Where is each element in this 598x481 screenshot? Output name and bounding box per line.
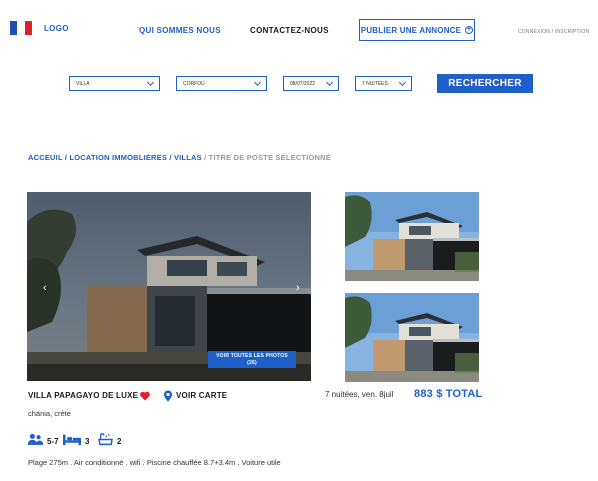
view-all-photos-label: VOIR TOUTES LES PHOTOS	[216, 353, 288, 359]
destination-select[interactable]: CORFOU	[176, 76, 267, 91]
guests-icon	[27, 433, 44, 445]
language-flag-icon[interactable]	[10, 21, 32, 35]
amenities-list: Plage 275m . Air conditionné . wifi . Pi…	[28, 458, 281, 467]
search-button[interactable]: RECHERCHER	[437, 74, 533, 93]
nav-link-who-we-are[interactable]: QUI SOMMES NOUS	[139, 26, 221, 35]
chevron-down-icon	[398, 78, 407, 86]
nights-select[interactable]: 7 NUITÉES	[355, 76, 412, 91]
baths-count: 2	[117, 437, 122, 446]
date-value: 08/07/2022	[290, 80, 316, 87]
breadcrumb: ACCEUIL / LOCATION IMMOBLIÈRES / VILLAS …	[28, 153, 331, 162]
favorite-heart-icon[interactable]	[139, 389, 151, 401]
property-type-select[interactable]: VILLA	[69, 76, 160, 91]
publish-listing-button[interactable]: PUBLIER UNE ANNONCE +	[359, 19, 475, 41]
guests-count: 5-7	[47, 437, 59, 446]
breadcrumb-separator: /	[201, 153, 209, 162]
chevron-down-icon	[146, 78, 155, 86]
beds-count: 3	[85, 437, 90, 446]
bathtub-icon	[98, 433, 113, 446]
previous-photo-arrow-icon[interactable]: ‹	[43, 282, 47, 294]
listing-location: chania, crète	[28, 409, 71, 418]
breadcrumb-home[interactable]: ACCEUIL	[28, 153, 63, 162]
breadcrumb-current: TITRE DE POSTE SÉLECTIONNÉ	[208, 153, 331, 162]
nights-value: 7 NUITÉES	[362, 80, 388, 87]
bed-icon	[63, 434, 81, 446]
view-map-link[interactable]: VOIR CARTE	[176, 391, 227, 400]
logo[interactable]: LOGO	[44, 24, 69, 33]
chevron-down-icon	[253, 78, 262, 86]
publish-listing-label: PUBLIER UNE ANNONCE	[360, 25, 462, 35]
view-all-photos-count: (26)	[247, 360, 257, 366]
nav-link-contact[interactable]: CONTACTEZ-NOUS	[250, 26, 329, 35]
breadcrumb-separator: /	[167, 153, 174, 162]
listing-title: VILLA PAPAGAYO DE LUXE	[28, 391, 139, 400]
breadcrumb-villas[interactable]: VILLAS	[174, 153, 202, 162]
beds-feature: 3	[62, 428, 89, 446]
stay-dates: 7 nuitées, ven. 8juil	[325, 390, 394, 399]
property-type-value: VILLA	[76, 80, 90, 87]
map-pin-icon[interactable]	[163, 389, 173, 402]
view-all-photos-button[interactable]: VOIR TOUTES LES PHOTOS (26)	[208, 351, 296, 368]
destination-value: CORFOU	[183, 80, 205, 87]
plus-circle-icon: +	[465, 26, 474, 34]
chevron-down-icon	[325, 78, 334, 86]
guests-feature: 5-7	[27, 428, 59, 446]
breadcrumb-rentals[interactable]: LOCATION IMMOBLIÈRES	[69, 153, 167, 162]
login-signup-link[interactable]: CONNEXION / INSCRIPTION	[518, 29, 589, 35]
total-price: 883 $ TOTAL	[414, 388, 483, 400]
baths-feature: 2	[97, 428, 121, 446]
thumbnail-photo[interactable]	[345, 293, 479, 382]
next-photo-arrow-icon[interactable]: ›	[296, 282, 300, 294]
thumbnail-photo[interactable]	[345, 192, 479, 281]
date-select[interactable]: 08/07/2022	[283, 76, 339, 91]
